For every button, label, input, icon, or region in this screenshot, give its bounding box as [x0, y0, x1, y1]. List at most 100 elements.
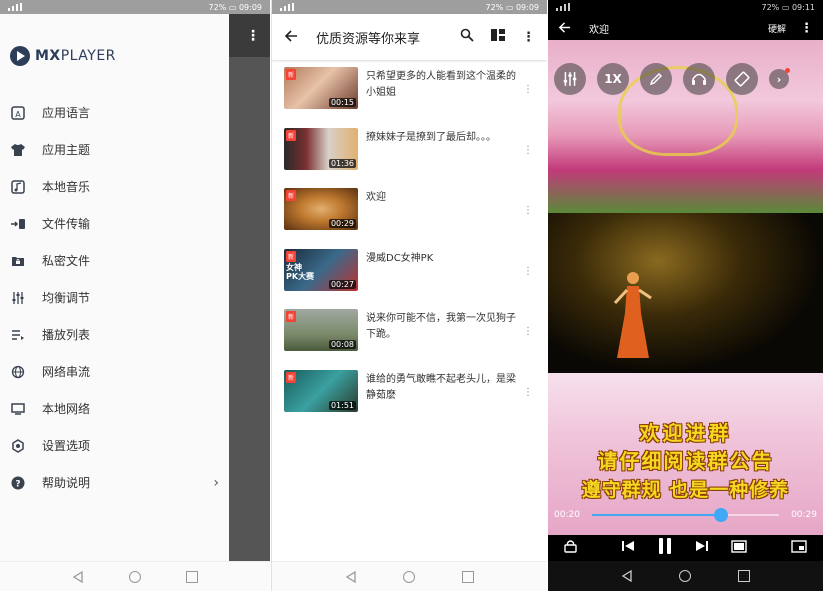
video-title: 说来你可能不信，我第一次见狗子下跪。	[366, 313, 516, 340]
nav-home-icon[interactable]	[128, 570, 141, 583]
shirt-icon	[10, 142, 26, 158]
audio-button[interactable]	[683, 63, 715, 95]
drawer-menu: A 应用语言 应用主题 本地音乐 文件传输 私密文件 均衡调节 播放列表 网络串…	[0, 94, 229, 501]
speed-button[interactable]: 1X	[597, 63, 629, 95]
lock-button[interactable]	[564, 539, 577, 557]
more-vert-icon[interactable]: ⋮	[800, 21, 813, 36]
menu-item-private-files[interactable]: 私密文件	[0, 242, 229, 279]
nav-recents-icon[interactable]	[185, 570, 198, 583]
video-title: 漫威DC女神PK	[366, 252, 434, 264]
nav-back-icon[interactable]	[72, 570, 84, 583]
list-item[interactable]: 新 01:36 撩妹妹子是撩到了最后却。。。 ⋮	[272, 123, 547, 184]
music-icon	[10, 179, 26, 195]
pencil-icon	[649, 73, 662, 86]
more-vert-icon[interactable]: ⋮	[522, 30, 535, 45]
pip-button[interactable]	[791, 539, 807, 557]
status-right: 72% ▭ 09:11	[761, 2, 816, 12]
svg-text:A: A	[15, 110, 21, 119]
more-controls-button[interactable]: ›	[769, 68, 790, 89]
chevron-right-icon: ›	[213, 474, 219, 491]
more-vert-icon[interactable]: ⋮	[523, 326, 533, 337]
video-list: 新 00:15 只希望更多的人能看到这个温柔的小姐姐 ⋮ 新 01:36 撩妹妹…	[272, 62, 547, 425]
duration-label: 00:27	[328, 279, 356, 289]
more-vert-icon[interactable]: ⋮	[523, 145, 533, 156]
more-vert-icon[interactable]: ⋮	[523, 266, 533, 277]
more-vert-icon[interactable]: ⋮	[523, 205, 533, 216]
next-button[interactable]	[695, 539, 709, 557]
menu-item-local-network[interactable]: 本地网络	[0, 390, 229, 427]
skip-next-icon	[696, 541, 708, 551]
previous-button[interactable]	[621, 539, 635, 557]
video-thumbnail: 新 01:36	[284, 127, 358, 170]
status-right: 72% ▭ 09:09	[485, 2, 540, 12]
seek-thumb[interactable]	[714, 508, 729, 522]
list-item[interactable]: 新 00:29 欢迎 ⋮	[272, 183, 547, 244]
menu-item-equalizer[interactable]: 均衡调节	[0, 279, 229, 316]
list-item[interactable]: 新 女神 PK大赛 00:27 漫威DC女神PK ⋮	[272, 244, 547, 305]
lock-folder-icon	[10, 253, 26, 269]
back-arrow-icon[interactable]	[284, 28, 304, 47]
search-icon[interactable]	[460, 28, 474, 46]
banner-line-2: 请仔细阅读群公告	[597, 449, 774, 473]
lock-icon	[564, 540, 577, 553]
decoder-toggle[interactable]: 硬解	[768, 22, 786, 35]
new-badge: 新	[286, 371, 297, 383]
menu-item-local-music[interactable]: 本地音乐	[0, 168, 229, 205]
video-thumbnail: 新 00:08	[284, 309, 358, 351]
back-arrow-icon[interactable]	[558, 19, 571, 38]
nav-recents-icon[interactable]	[461, 570, 474, 583]
nav-home-icon[interactable]	[403, 570, 416, 583]
video-title: 只希望更多的人能看到这个温柔的小姐姐	[366, 71, 516, 98]
nav-back-icon[interactable]	[345, 570, 357, 583]
list-item[interactable]: 新 00:15 只希望更多的人能看到这个温柔的小姐姐 ⋮	[272, 62, 547, 123]
signal-icon	[556, 3, 570, 11]
nav-home-icon[interactable]	[679, 570, 692, 582]
more-vert-icon[interactable]: ⋮	[523, 387, 533, 398]
aspect-ratio-button[interactable]	[731, 539, 747, 557]
video-thumbnail: 新 00:15	[284, 67, 358, 109]
mx-logo-icon	[10, 46, 30, 66]
menu-item-settings[interactable]: 设置选项	[0, 427, 229, 464]
nav-recents-icon[interactable]	[737, 570, 750, 582]
video-frame-stage	[548, 213, 823, 373]
globe-icon	[10, 364, 26, 380]
menu-item-network-stream[interactable]: 网络串流	[0, 353, 229, 390]
banner-line-1: 欢迎进群	[639, 421, 732, 445]
menu-item-theme[interactable]: 应用主题	[0, 131, 229, 168]
video-player-screen: 72% ▭ 09:11 欢迎进群 请仔细阅读群公告 遵守群规 也是一种修养 欢迎…	[548, 0, 823, 591]
video-title: 谁给的勇气敢瞧不起老头儿，是梁静茹麽	[366, 373, 516, 401]
drawer-screen: 72% ▭ 09:09 MXPLAYER A 应用语言 应用主题 本地音乐 文件…	[0, 0, 270, 591]
rotate-button[interactable]	[726, 63, 758, 95]
current-time: 00:20	[554, 510, 580, 520]
menu-item-language[interactable]: A 应用语言	[0, 94, 229, 131]
new-badge: 新	[286, 69, 297, 80]
status-bar: 72% ▭ 09:11	[548, 0, 823, 14]
list-item[interactable]: 新 01:51 谁给的勇气敢瞧不起老头儿，是梁静茹麽 ⋮	[272, 365, 547, 426]
more-vert-icon[interactable]: ⋮	[523, 84, 533, 95]
status-bar: 72% ▭ 09:09	[272, 0, 547, 14]
list-item[interactable]: 新 00:08 说来你可能不信，我第一次见狗子下跪。 ⋮	[272, 304, 547, 365]
language-icon: A	[10, 105, 26, 121]
menu-item-playlist[interactable]: 播放列表	[0, 316, 229, 353]
system-nav-bar	[272, 561, 547, 591]
menu-item-help[interactable]: ? 帮助说明 ›	[0, 464, 229, 501]
help-icon: ?	[10, 475, 26, 491]
dancer-figure	[613, 272, 652, 358]
edit-button[interactable]	[640, 63, 672, 95]
duration-label: 00:29	[328, 219, 356, 228]
duration-label: 00:08	[328, 340, 356, 349]
layout-view-icon[interactable]	[490, 28, 506, 46]
drawer-scrim[interactable]: ⋮	[229, 14, 270, 561]
equalizer-button[interactable]	[554, 63, 586, 95]
pause-button[interactable]	[657, 537, 673, 559]
chevron-right-icon: ›	[776, 72, 782, 86]
picture-in-picture-icon	[791, 539, 807, 553]
video-thumbnail: 新 01:51	[284, 369, 358, 412]
page-title: 优质资源等你来享	[316, 31, 421, 47]
menu-item-file-transfer[interactable]: 文件传输	[0, 205, 229, 242]
new-badge: 新	[286, 311, 297, 322]
seek-bar[interactable]	[591, 508, 780, 522]
playlist-icon	[10, 327, 26, 343]
nav-back-icon[interactable]	[621, 570, 633, 582]
thumbnail-overlay-text: 女神 PK大赛	[286, 262, 315, 282]
